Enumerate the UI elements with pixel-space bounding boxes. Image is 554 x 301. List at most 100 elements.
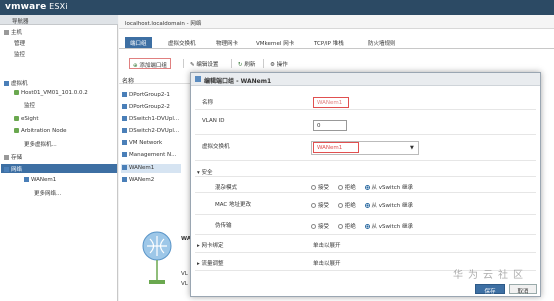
actions-button[interactable]: ⚙ 操作 bbox=[267, 58, 291, 69]
page-title: localhost.localdomain - 网络 bbox=[125, 21, 202, 27]
portgroup-icon bbox=[122, 128, 127, 133]
mac-change-label: MAC 地址更改 bbox=[215, 202, 252, 208]
portgroup-icon bbox=[195, 76, 201, 82]
chevron-down-icon: ▼ bbox=[410, 145, 414, 151]
vm-on-icon bbox=[14, 116, 19, 121]
network-icon bbox=[4, 167, 9, 172]
promiscuous-options: 接受 拒绝 从 vSwitch 继承 bbox=[311, 183, 420, 191]
edit-settings-button[interactable]: ✎ 编辑设置 bbox=[187, 58, 221, 69]
forged-transmits-options: 接受 拒绝 从 vSwitch 继承 bbox=[311, 222, 420, 230]
nav-item-manage[interactable]: 管理 bbox=[14, 39, 25, 47]
promiscuous-inherit-radio[interactable]: 从 vSwitch 继承 bbox=[364, 185, 413, 191]
tab-port-groups[interactable]: 端口组 bbox=[125, 37, 152, 48]
forged-accept-radio[interactable]: 接受 bbox=[311, 224, 329, 230]
nic-teaming-section[interactable]: ▸ 网卡绑定 bbox=[197, 241, 224, 249]
promiscuous-label: 混杂模式 bbox=[215, 185, 238, 191]
nav-item-network[interactable]: 网络 bbox=[4, 165, 22, 173]
add-port-group-button[interactable]: ⊕ 添加端口组 bbox=[129, 58, 171, 69]
vmware-logo: vmware ESXi bbox=[5, 2, 68, 12]
promiscuous-accept-radio[interactable]: 接受 bbox=[311, 185, 329, 191]
security-row[interactable] bbox=[195, 165, 536, 177]
traffic-shaping-section[interactable]: ▸ 流量调整 bbox=[197, 259, 224, 267]
list-item[interactable]: Management N... bbox=[122, 152, 176, 158]
mac-inherit-radio[interactable]: 从 vSwitch 继承 bbox=[364, 203, 413, 209]
nav-item-arbitration[interactable]: Arbitration Node bbox=[14, 128, 66, 134]
portgroup-icon bbox=[122, 177, 127, 182]
portgroup-icon bbox=[122, 165, 127, 170]
dialog-header: 编辑端口组 - WANem1 bbox=[191, 73, 540, 86]
portgroup-icon bbox=[122, 104, 127, 109]
edit-port-group-dialog: 编辑端口组 - WANem1 名称 WANem1 VLAN ID 0 虚拟交换机… bbox=[190, 72, 541, 297]
tab-vmkernel-nics[interactable]: VMkernel 网卡 bbox=[251, 37, 299, 48]
topology-label: VL bbox=[181, 271, 188, 277]
name-row bbox=[195, 90, 536, 110]
portgroup-icon bbox=[122, 152, 127, 157]
list-item[interactable]: DSwitch1-DVUpl... bbox=[122, 116, 179, 122]
forged-inherit-radio[interactable]: 从 vSwitch 继承 bbox=[364, 224, 413, 230]
nic-teaming-hint: 单击以展开 bbox=[313, 243, 341, 249]
portgroup-icon bbox=[122, 92, 127, 97]
vlan-label: VLAN ID bbox=[202, 118, 225, 124]
gear-icon: ⚙ bbox=[270, 62, 277, 68]
toolbar-separator bbox=[263, 59, 264, 68]
save-button[interactable]: 保存 bbox=[475, 284, 505, 295]
cancel-button[interactable]: 取消 bbox=[509, 284, 537, 295]
host-icon bbox=[4, 30, 9, 35]
nav-item-esight[interactable]: eSight bbox=[14, 116, 39, 122]
vswitch-selected-value: WANem1 bbox=[313, 142, 359, 153]
mac-reject-radio[interactable]: 拒绝 bbox=[337, 203, 356, 209]
nav-item-storage[interactable]: 存储 bbox=[4, 153, 22, 161]
vm-on-icon bbox=[14, 90, 19, 95]
network-icon bbox=[142, 231, 172, 284]
watermark-text: 华为云社区 bbox=[453, 270, 528, 281]
vm-on-icon bbox=[14, 128, 19, 133]
topology-label: VL bbox=[181, 281, 188, 287]
list-header[interactable]: 名称 bbox=[119, 74, 199, 85]
tab-vswitches[interactable]: 虚拟交换机 bbox=[163, 37, 201, 48]
portgroup-icon bbox=[122, 116, 127, 121]
mac-accept-radio[interactable]: 接受 bbox=[311, 203, 329, 209]
name-field[interactable]: WANem1 bbox=[313, 97, 349, 108]
nav-item-more-networks[interactable]: 更多网络... bbox=[34, 189, 61, 197]
tab-physical-nics[interactable]: 物理网卡 bbox=[211, 37, 243, 48]
navigator-panel: 导航器 主机 管理 监控 虚拟机 Host01_VM01_101.0.0.2 监… bbox=[0, 15, 118, 301]
nav-item-vms[interactable]: 虚拟机 bbox=[4, 79, 28, 87]
tab-tcpip-stacks[interactable]: TCP/IP 堆栈 bbox=[309, 37, 349, 48]
vswitch-label: 虚拟交换机 bbox=[202, 144, 230, 150]
security-section[interactable]: ▾ 安全 bbox=[197, 168, 213, 176]
network-topology-graphic bbox=[141, 230, 181, 295]
top-header: vmware ESXi bbox=[0, 0, 554, 15]
list-item[interactable]: WANem1 bbox=[122, 165, 154, 171]
promiscuous-reject-radio[interactable]: 拒绝 bbox=[337, 185, 356, 191]
nav-item-vm-host01[interactable]: Host01_VM01_101.0.0.2 bbox=[14, 90, 88, 96]
navigator-title: 导航器 bbox=[12, 19, 29, 25]
storage-icon bbox=[4, 155, 9, 160]
forged-reject-radio[interactable]: 拒绝 bbox=[337, 224, 356, 230]
main-title-bar: localhost.localdomain - 网络 bbox=[119, 15, 554, 29]
list-item[interactable]: WANem2 bbox=[122, 177, 154, 183]
portgroup-icon bbox=[122, 140, 127, 145]
nav-item-wanem1[interactable]: WANem1 bbox=[24, 177, 56, 183]
vlan-row bbox=[195, 113, 536, 135]
vlan-id-field[interactable]: 0 bbox=[313, 120, 347, 131]
traffic-shaping-hint: 单击以展开 bbox=[313, 261, 341, 267]
forged-transmits-label: 伪传输 bbox=[215, 223, 232, 229]
nav-item-more-vms[interactable]: 更多虚拟机... bbox=[24, 140, 57, 148]
mac-change-options: 接受 拒绝 从 vSwitch 继承 bbox=[311, 201, 420, 209]
list-item[interactable]: DPortGroup2-1 bbox=[122, 92, 170, 98]
nav-item-host[interactable]: 主机 bbox=[4, 28, 22, 36]
name-label: 名称 bbox=[202, 100, 214, 106]
list-item[interactable]: VM Network bbox=[122, 140, 162, 146]
vm-icon bbox=[4, 81, 9, 86]
nav-item-monitor[interactable]: 监控 bbox=[14, 50, 25, 58]
refresh-button[interactable]: ↻ 刷新 bbox=[235, 58, 258, 69]
toolbar-separator bbox=[183, 59, 184, 68]
nic-teaming-row[interactable] bbox=[195, 235, 536, 253]
tab-bar: 端口组 虚拟交换机 物理网卡 VMkernel 网卡 TCP/IP 堆栈 防火墙… bbox=[119, 37, 554, 49]
list-item[interactable]: DSwitch2-DVUpl... bbox=[122, 128, 179, 134]
portgroup-icon bbox=[24, 177, 29, 182]
list-item[interactable]: DPortGroup2-2 bbox=[122, 104, 170, 110]
toolbar-separator bbox=[231, 59, 232, 68]
tab-firewall-rules[interactable]: 防火墙规则 bbox=[363, 37, 401, 48]
nav-item-vm-monitor[interactable]: 监控 bbox=[24, 101, 35, 109]
